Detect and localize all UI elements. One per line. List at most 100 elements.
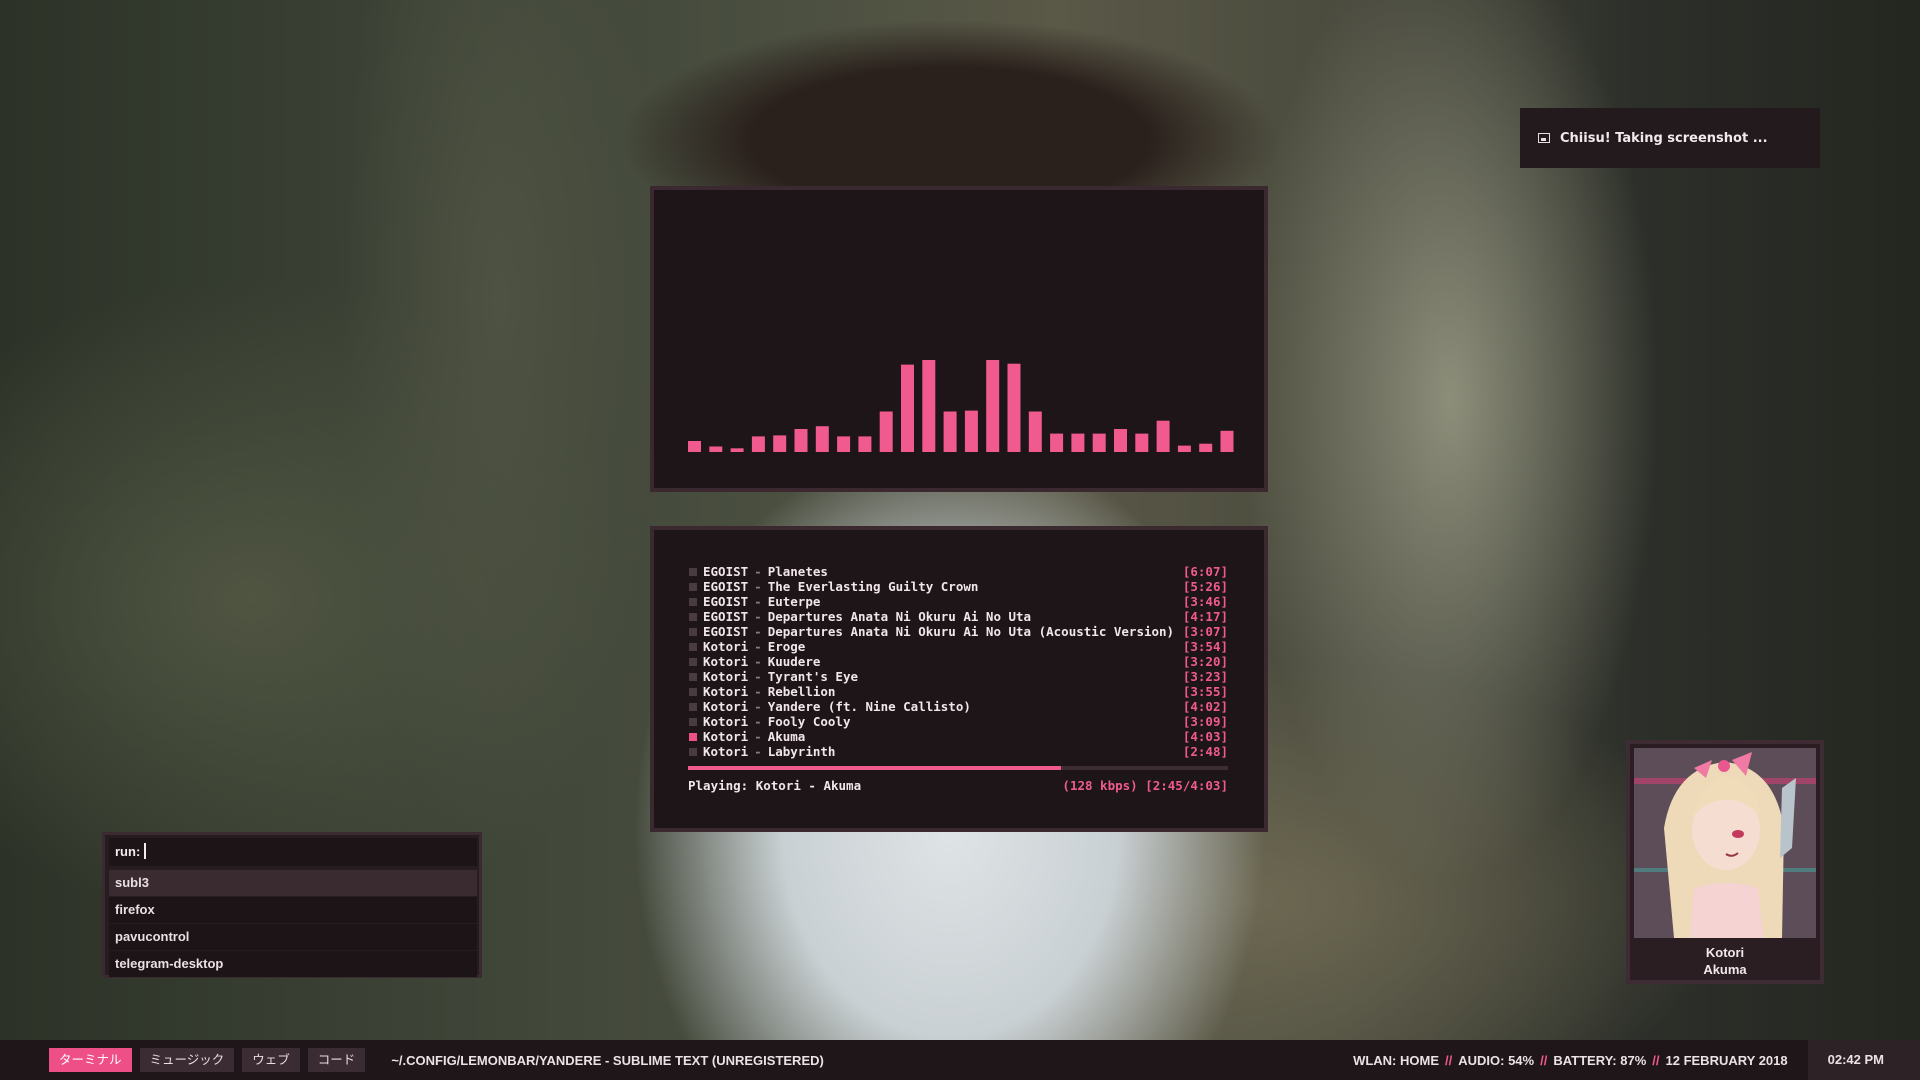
track-marker-icon: [689, 673, 697, 681]
playlist-track[interactable]: Kotori - Labyrinth [2:48]: [688, 744, 1228, 759]
track-duration: [3:54]: [1182, 639, 1228, 654]
visualizer-bar: [815, 426, 829, 452]
playlist-track[interactable]: Kotori - Rebellion [3:55]: [688, 684, 1228, 699]
track-marker-icon: [689, 718, 697, 726]
workspace-tab[interactable]: ミュージック: [139, 1048, 235, 1072]
track-title: Akuma: [767, 729, 806, 744]
track-artist: EGOIST: [703, 609, 749, 624]
track-marker-icon: [689, 688, 697, 696]
visualizer-bar: [730, 448, 744, 452]
track-marker-icon: [689, 598, 697, 606]
track-title: Kuudere: [767, 654, 821, 669]
now-playing-status: Playing: Kotori - Akuma (128 kbps) [2:45…: [688, 778, 1228, 793]
notification-text: Chiisu! Taking screenshot ...: [1560, 130, 1768, 146]
track-marker-icon: [689, 613, 697, 621]
track-title: Yandere (ft. Nine Callisto): [767, 699, 971, 714]
track-duration: [3:09]: [1182, 714, 1228, 729]
date-display: 12 FEBRUARY 2018: [1665, 1052, 1788, 1068]
track-duration: [2:48]: [1182, 744, 1228, 759]
visualizer-bar: [1028, 411, 1042, 452]
run-launcher[interactable]: run: subl3 firefox pavucontrol telegram-des…: [102, 832, 482, 978]
album-art-card: Kotori Akuma: [1626, 740, 1824, 984]
track-separator: -: [754, 594, 762, 609]
audio-status: AUDIO: 54%: [1458, 1052, 1535, 1068]
playlist-track[interactable]: EGOIST - Euterpe [3:46]: [688, 594, 1228, 609]
visualizer-bar: [1007, 363, 1021, 452]
playlist-track[interactable]: EGOIST - Planetes [6:07]: [688, 564, 1228, 579]
visualizer-bar: [709, 446, 723, 452]
track-duration: [4:17]: [1182, 609, 1228, 624]
visualizer-bar: [901, 364, 914, 452]
visualizer-bars: [688, 360, 1234, 452]
playlist-track[interactable]: EGOIST - Departures Anata Ni Okuru Ai No U…: [688, 609, 1228, 624]
visualizer-bar: [964, 410, 978, 452]
visualizer-bar: [1199, 443, 1213, 452]
track-title: Labyrinth: [767, 744, 836, 759]
track-marker-icon: [689, 748, 697, 756]
track-duration: [4:03]: [1182, 729, 1228, 744]
track-marker-icon: [689, 703, 697, 711]
track-duration: [6:07]: [1182, 564, 1228, 579]
workspace-switcher[interactable]: ターミナル ミュージック ウェブ コード: [49, 1048, 373, 1072]
track-marker-icon: [689, 733, 697, 741]
track-separator: -: [754, 699, 762, 714]
playlist-track[interactable]: Kotori - Fooly Cooly [3:09]: [688, 714, 1228, 729]
workspace-tab[interactable]: ターミナル: [49, 1048, 132, 1072]
workspace-tab[interactable]: コード: [307, 1048, 366, 1072]
run-input[interactable]: run:: [109, 838, 477, 866]
track-artist: EGOIST: [703, 594, 749, 609]
visualizer-bar: [1114, 429, 1127, 452]
window-title: ~/.CONFIG/LEMONBAR/YANDERE - SUBLIME TEX…: [391, 1052, 824, 1068]
track-separator: -: [754, 654, 762, 669]
playlist-track[interactable]: Kotori - Tyrant's Eye [3:23]: [688, 669, 1228, 684]
track-duration: [3:20]: [1182, 654, 1228, 669]
separator: //: [1652, 1052, 1660, 1068]
now-playing-text: Playing: Kotori - Akuma: [688, 778, 862, 793]
track-title: Fooly Cooly: [767, 714, 851, 729]
track-duration: [3:55]: [1182, 684, 1228, 699]
playlist-track[interactable]: EGOIST - The Everlasting Guilty Crown [5:26…: [688, 579, 1228, 594]
separator: //: [1445, 1052, 1453, 1068]
run-options[interactable]: subl3 firefox pavucontrol telegram-desktop: [109, 870, 477, 978]
run-option[interactable]: subl3: [109, 870, 477, 896]
visualizer-bar: [794, 429, 808, 452]
playback-progress-bar[interactable]: [688, 766, 1228, 770]
visualizer-bar: [1156, 420, 1170, 452]
playlist-track[interactable]: Kotori - Kuudere [3:20]: [688, 654, 1228, 669]
track-separator: -: [754, 579, 762, 594]
run-option[interactable]: telegram-desktop: [109, 951, 477, 977]
run-option[interactable]: firefox: [109, 897, 477, 923]
track-separator: -: [754, 669, 762, 684]
album-cover: [1634, 748, 1816, 938]
visualizer-bar: [1050, 433, 1064, 452]
track-marker-icon: [689, 628, 697, 636]
track-separator: -: [754, 639, 762, 654]
track-marker-icon: [689, 583, 697, 591]
track-artist: Kotori: [703, 669, 749, 684]
music-player-playlist[interactable]: EGOIST - Planetes [6:07] EGOIST - The Everlast…: [650, 526, 1268, 832]
album-artist: Kotori: [1705, 945, 1745, 960]
track-title: Tyrant's Eye: [767, 669, 858, 684]
battery-status: BATTERY: 87%: [1553, 1052, 1647, 1068]
playlist-track[interactable]: Kotori - Akuma [4:03]: [688, 729, 1228, 744]
track-title: Eroge: [767, 639, 806, 654]
playlist-track[interactable]: Kotori - Eroge [3:54]: [688, 639, 1228, 654]
visualizer-bar: [1135, 433, 1149, 452]
playlist-track[interactable]: Kotori - Yandere (ft. Nine Callisto) [4:02]: [688, 699, 1228, 714]
track-artist: Kotori: [703, 639, 749, 654]
track-title: Planetes: [767, 564, 828, 579]
visualizer-bar: [879, 411, 893, 452]
track-duration: [3:23]: [1182, 669, 1228, 684]
track-list[interactable]: EGOIST - Planetes [6:07] EGOIST - The Everlast…: [688, 564, 1228, 759]
track-separator: -: [754, 684, 762, 699]
track-marker-icon: [689, 658, 697, 666]
album-caption: Kotori Akuma: [1630, 944, 1820, 978]
run-option[interactable]: pavucontrol: [109, 924, 477, 950]
track-artist: Kotori: [703, 699, 749, 714]
system-status: WLAN: HOME // AUDIO: 54% // BATTERY: 87%…: [1353, 1040, 1920, 1080]
track-artist: Kotori: [703, 744, 749, 759]
workspace-tab[interactable]: ウェブ: [242, 1048, 300, 1072]
track-title: Euterpe: [767, 594, 821, 609]
track-separator: -: [754, 624, 762, 639]
playlist-track[interactable]: EGOIST - Departures Anata Ni Okuru Ai No U…: [688, 624, 1228, 639]
